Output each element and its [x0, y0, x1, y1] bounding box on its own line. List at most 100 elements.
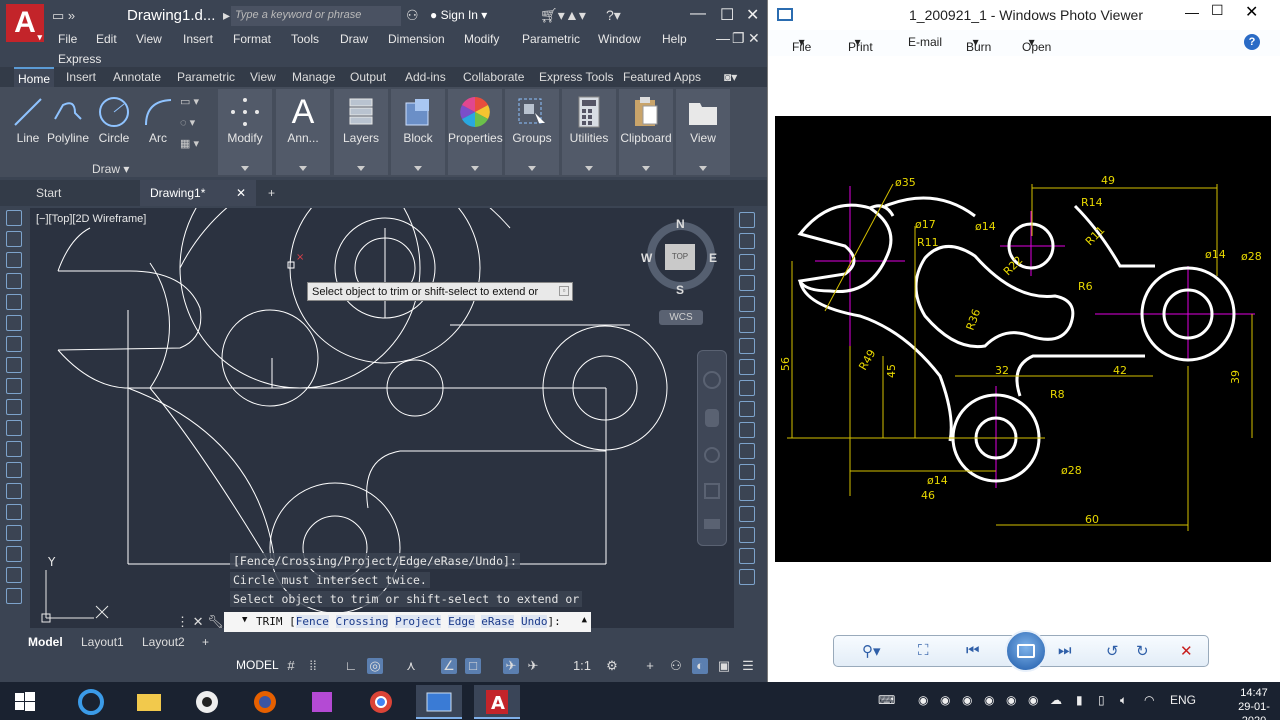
line-tool-icon[interactable] [6, 210, 22, 226]
menu-modify[interactable]: Modify [464, 32, 499, 46]
viewcube-top-face[interactable]: TOP [665, 244, 695, 270]
option-fence[interactable]: Fence [295, 615, 329, 628]
workspace-gear-icon[interactable]: ⚙ [604, 658, 620, 674]
connect-icon[interactable]: ▲▾ [565, 7, 586, 24]
polyline-button[interactable]: Polyline [46, 89, 90, 175]
tab-collaborate[interactable]: Collaborate [463, 70, 524, 84]
arc-button[interactable]: Arc [140, 89, 176, 175]
delete-icon[interactable]: ✕ [1180, 642, 1193, 660]
move-tool-icon[interactable] [739, 317, 755, 333]
zoom-icon[interactable]: ⚲▾ [862, 642, 881, 660]
chamfer-icon[interactable] [739, 506, 755, 522]
clock[interactable]: 14:47 29-01-2020 [1228, 686, 1280, 720]
ribbon-options-icon[interactable]: ◙▾ [724, 70, 737, 84]
close-button[interactable]: ✕ [746, 5, 759, 25]
option-erase[interactable]: eRase [481, 615, 515, 628]
extend-icon[interactable] [739, 422, 755, 438]
navigation-bar[interactable] [697, 350, 727, 546]
taskbar-app2[interactable] [300, 685, 346, 719]
maximize-button[interactable]: ☐ [720, 5, 734, 25]
polyline-tool-icon[interactable] [6, 252, 22, 268]
ortho-icon[interactable]: ∟ [343, 658, 359, 674]
rectangle-icon[interactable]: ▭ ▾ [180, 95, 214, 108]
grid-icon[interactable]: # [283, 658, 299, 674]
insert-block-icon[interactable] [6, 441, 22, 457]
taskbar-chrome[interactable] [358, 685, 404, 719]
pv-minimize-button[interactable]: — [1185, 4, 1199, 20]
polar-icon[interactable]: ◎ [367, 658, 383, 674]
fillet-icon[interactable] [739, 527, 755, 543]
table-tool-icon[interactable] [6, 567, 22, 583]
slideshow-button[interactable] [1005, 630, 1047, 672]
tab-model[interactable]: Model [28, 635, 63, 649]
clipboard-button[interactable]: Clipboard [619, 89, 673, 175]
pv-menu-burn[interactable]: Burn ▾ [966, 35, 991, 54]
command-input[interactable]: ▼ TRIM [Fence Crossing Project Edge eRas… [224, 612, 591, 632]
menu-draw[interactable]: Draw [340, 32, 368, 46]
scale-icon[interactable] [739, 359, 755, 375]
tab-add-ins[interactable]: Add-ins [405, 70, 446, 84]
units-icon[interactable]: ⚇ [668, 658, 684, 674]
rotate-icon[interactable] [739, 338, 755, 354]
stretch-icon[interactable] [739, 380, 755, 396]
view-button[interactable]: View [676, 89, 730, 175]
volume-icon[interactable]: 🔈︎ [1120, 693, 1127, 708]
copy-icon[interactable] [739, 233, 755, 249]
break-icon[interactable] [739, 464, 755, 480]
close-commandline-icon[interactable]: ✕ [193, 614, 204, 629]
more-icon[interactable]: » [68, 8, 75, 23]
auto-scale-icon[interactable]: ✈ [525, 658, 541, 674]
pv-close-button[interactable]: ✕ [1245, 2, 1258, 22]
pv-menu-email[interactable]: E-mail [908, 35, 942, 49]
hatch-tool-icon[interactable] [6, 504, 22, 520]
customize-icon[interactable]: 🔧︎ [207, 614, 224, 629]
menu-parametric[interactable]: Parametric [522, 32, 580, 46]
network-icon[interactable]: ▮ [1076, 693, 1083, 707]
ellipse-arc-icon[interactable] [6, 420, 22, 436]
tray-app-icon[interactable]: ◉ [1028, 693, 1038, 707]
new-tab-button[interactable]: + [258, 180, 288, 206]
annotation-button[interactable]: A Ann... [276, 89, 330, 175]
mirror-icon[interactable] [739, 254, 755, 270]
tray-app-icon[interactable]: ◉ [962, 693, 972, 707]
doc-close-button[interactable]: ✕ [748, 30, 760, 47]
rotate-left-icon[interactable]: ↺ [1106, 642, 1119, 660]
tray-app-icon[interactable]: ◉ [1006, 693, 1016, 707]
plus-icon[interactable]: + [642, 658, 658, 674]
menu-dimension[interactable]: Dimension [388, 32, 445, 46]
hatch-icon[interactable]: ◌ ▾ [180, 116, 214, 129]
autocad-logo[interactable]: A ▾ [6, 4, 44, 42]
array-icon[interactable] [739, 296, 755, 312]
recent-commands-icon[interactable]: ▼ [242, 615, 247, 625]
actual-size-icon[interactable]: ⛶ [918, 642, 929, 659]
command-history-toggle-icon[interactable]: ▲ [582, 615, 587, 625]
grip-icon[interactable]: ⋮ [176, 614, 189, 629]
utilities-button[interactable]: Utilities [562, 89, 616, 175]
snap-icon[interactable]: ⁞⁞ [305, 658, 321, 674]
arrow-icon[interactable]: ▸ [223, 7, 230, 24]
modify-button[interactable]: Modify [218, 89, 272, 175]
viewport-controls[interactable]: [−][Top][2D Wireframe] [36, 213, 146, 225]
rotate-right-icon[interactable]: ↻ [1136, 642, 1149, 660]
pv-menu-file[interactable]: File ▾ [792, 35, 811, 54]
spline-icon[interactable] [6, 378, 22, 394]
tab-annotate[interactable]: Annotate [113, 70, 161, 84]
point-icon[interactable] [6, 483, 22, 499]
menu-tools[interactable]: Tools [291, 32, 319, 46]
ellipse-icon[interactable] [6, 399, 22, 415]
menu-format[interactable]: Format [233, 32, 271, 46]
table-icon[interactable]: ▦ ▾ [180, 137, 214, 150]
menu-file[interactable]: File [58, 32, 77, 46]
zoom-icon[interactable] [704, 447, 720, 463]
object-snap-icon[interactable]: □ [465, 658, 481, 674]
tray-app-icon[interactable]: ◉ [918, 693, 928, 707]
taskbar-firefox[interactable] [242, 685, 288, 719]
customize-menu-icon[interactable]: ☰ [740, 658, 756, 674]
taskbar-edge[interactable] [68, 685, 114, 719]
isodraft-icon[interactable]: ⋏ [403, 658, 419, 674]
showmotion-icon[interactable] [704, 519, 720, 529]
battery-icon[interactable]: ▯ [1098, 693, 1105, 707]
model-space-button[interactable]: MODEL [236, 658, 279, 672]
previous-icon[interactable]: ⏮ [966, 642, 980, 659]
quick-access-toolbar[interactable]: ▭ » [52, 8, 75, 24]
